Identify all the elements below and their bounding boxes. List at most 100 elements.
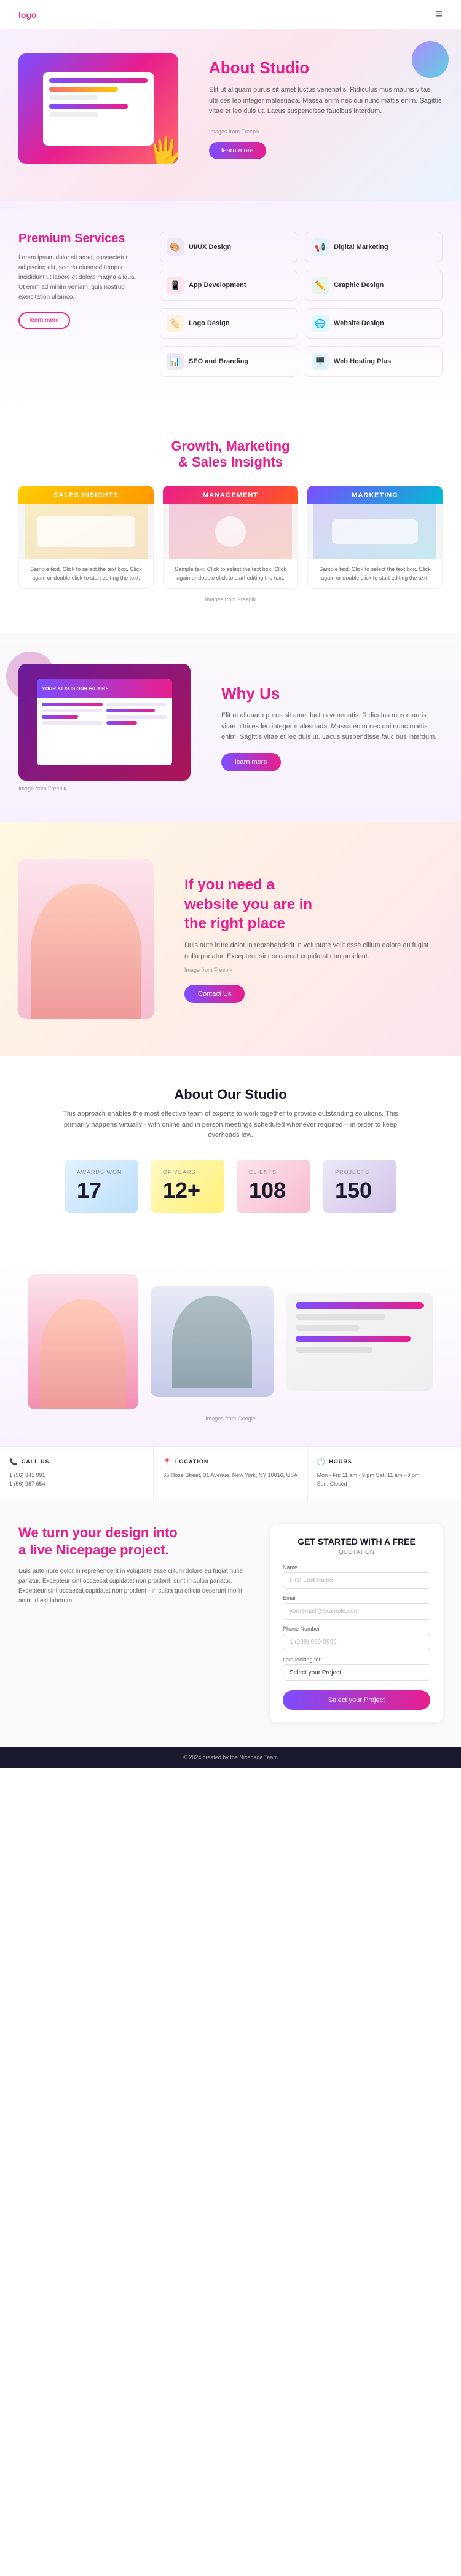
about-studio-body: This approach enables the most effective… xyxy=(58,1109,403,1141)
contact-hours-line1: Mon - Fri: 11 am - 9 pm Sat: 11 am - 8 p… xyxy=(317,1471,452,1479)
team-images-row xyxy=(18,1274,443,1409)
service-item-seo: 📊 SEO and Branding xyxy=(160,346,297,377)
form-group-name: Name xyxy=(283,1564,430,1589)
about-studio-section: About Our Studio This approach enables t… xyxy=(0,1056,461,1262)
hero-circle-decoration xyxy=(412,41,449,78)
form-label-project: I am looking for: xyxy=(283,1656,430,1663)
contact-call: 📞 CALL US 1 (56) 341 991 1 (56) 987 654 xyxy=(0,1447,154,1500)
hero-device-mockup: 🖐️ xyxy=(18,53,178,164)
service-item-uiux: 🎨 UI/UX Design xyxy=(160,232,297,262)
service-label-website: Website Design xyxy=(334,320,384,327)
form-group-project: I am looking for: Select your Project xyxy=(283,1656,430,1681)
card-header-mktg: MARKETING xyxy=(307,486,443,504)
clock-icon: 🕐 xyxy=(317,1458,326,1466)
footer-form-card: GET STARTED WITH A FREE QUOTATION Name E… xyxy=(270,1524,443,1722)
contact-location: 📍 LOCATION 65 Rose Street, 31 Avenue, Ne… xyxy=(154,1447,307,1500)
service-label-digital: Digital Marketing xyxy=(334,243,388,251)
whyus-learn-more-button[interactable]: learn more xyxy=(221,753,281,771)
service-icon-digital: 📢 xyxy=(312,238,329,256)
service-icon-app: 📱 xyxy=(167,277,184,294)
stat-years: OF YEARS 12+ xyxy=(151,1160,224,1213)
contact-hours-line2: Sun: Closed xyxy=(317,1479,452,1488)
whyus-screen-header: YOUR KIDS IS OUR FUTURE xyxy=(37,679,172,698)
form-input-email[interactable] xyxy=(283,1603,430,1620)
growth-card-marketing: MARKETING Sample text. Click to select t… xyxy=(307,486,443,589)
service-label-uiux: UI/UX Design xyxy=(189,243,231,251)
stat-awards-label: AWARDS WON xyxy=(77,1169,126,1175)
stat-projects: PROJECTS 150 xyxy=(323,1160,396,1213)
service-label-hosting: Web Hosting Plus xyxy=(334,358,391,365)
stat-projects-num: 150 xyxy=(335,1178,384,1203)
service-item-digital: 📢 Digital Marketing xyxy=(305,232,443,262)
card-body-sales: Sample text. Click to select the text bo… xyxy=(18,559,154,589)
contact-call-line2: 1 (56) 987 654 xyxy=(9,1479,144,1488)
stat-awards-num: 17 xyxy=(77,1178,126,1203)
stats-row: AWARDS WON 17 OF YEARS 12+ CLIENTS 108 P… xyxy=(18,1160,443,1213)
growth-card-management: MANAGEMENT Sample text. Click to select … xyxy=(163,486,298,589)
cta-person-image xyxy=(18,859,166,1019)
hero-image: 🖐️ xyxy=(18,53,191,164)
contact-hours: 🕐 HOURS Mon - Fri: 11 am - 9 pm Sat: 11 … xyxy=(308,1447,461,1500)
form-label-phone: Phone Number xyxy=(283,1626,430,1632)
form-submit-button[interactable]: Select your Project xyxy=(283,1690,430,1710)
footer-main: We turn your design into a live Nicepage… xyxy=(0,1500,461,1747)
whyus-section: YOUR KIDS IS OUR FUTURE xyxy=(0,633,461,822)
footer-copyright: © 2024 created by the Nicepage Team xyxy=(183,1754,278,1760)
cta-text-block: If you need a website you are in the rig… xyxy=(184,875,443,1002)
hero-learn-more-button[interactable]: learn more xyxy=(209,142,266,159)
premium-learn-more-button[interactable]: learn more xyxy=(18,312,70,329)
menu-icon[interactable]: ≡ xyxy=(435,7,443,22)
form-input-name[interactable] xyxy=(283,1572,430,1589)
card-image-mktg xyxy=(307,504,443,559)
whyus-title: Why Us xyxy=(221,684,443,703)
card-header-mgmt: MANAGEMENT xyxy=(163,486,298,504)
service-icon-graphic: ✏️ xyxy=(312,277,329,294)
premium-services-section: Premium Services Lorem ipsum dolor sit a… xyxy=(0,201,461,408)
service-item-graphic: ✏️ Graphic Design xyxy=(305,270,443,301)
card-header-sales: SALES INSIGHTS xyxy=(18,486,154,504)
cta-title: If you need a website you are in the rig… xyxy=(184,875,443,933)
growth-cards-row: SALES INSIGHTS Sample text. Click to sel… xyxy=(18,486,443,589)
hero-text-block: About Studio Elit ut aliquam purus sit a… xyxy=(209,58,443,159)
hero-section: 🖐️ About Studio Elit ut aliquam purus si… xyxy=(0,29,461,201)
form-label-email: Email xyxy=(283,1595,430,1601)
cta-contact-button[interactable]: Contact Us xyxy=(184,985,245,1003)
services-grid: 🎨 UI/UX Design 📢 Digital Marketing 📱 App… xyxy=(160,232,443,377)
form-group-email: Email xyxy=(283,1595,430,1620)
service-item-website: 🌐 Website Design xyxy=(305,308,443,339)
logo: logo xyxy=(18,10,37,20)
growth-section: Growth, Marketing& Sales Insights SALES … xyxy=(0,408,461,633)
form-select-project[interactable]: Select your Project xyxy=(283,1664,430,1681)
team-person-2-image xyxy=(151,1286,274,1397)
stat-years-num: 12+ xyxy=(163,1178,212,1203)
growth-card-sales: SALES INSIGHTS Sample text. Click to sel… xyxy=(18,486,154,589)
stat-awards: AWARDS WON 17 xyxy=(65,1160,138,1213)
service-label-logo: Logo Design xyxy=(189,320,230,327)
whyus-device-mockup: YOUR KIDS IS OUR FUTURE xyxy=(18,664,191,781)
contact-hours-title: 🕐 HOURS xyxy=(317,1458,452,1466)
stat-projects-label: PROJECTS xyxy=(335,1169,384,1175)
stat-clients-label: CLIENTS xyxy=(249,1169,298,1175)
footer-left-content: We turn your design into a live Nicepage… xyxy=(18,1524,252,1722)
contact-call-title: 📞 CALL US xyxy=(9,1458,144,1466)
service-icon-seo: 📊 xyxy=(167,353,184,370)
hero-body: Elit ut aliquam purus sit amet luctus ve… xyxy=(209,85,443,117)
stat-years-label: OF YEARS xyxy=(163,1169,212,1175)
whyus-screen: YOUR KIDS IS OUR FUTURE xyxy=(37,679,172,765)
form-label-name: Name xyxy=(283,1564,430,1570)
card-image-sales xyxy=(18,504,154,559)
service-item-app: 📱 App Development xyxy=(160,270,297,301)
service-label-seo: SEO and Branding xyxy=(189,358,248,365)
cta-body: Duis aute irure dolor in reprehenderit i… xyxy=(184,940,443,962)
form-input-phone[interactable] xyxy=(283,1634,430,1650)
stat-clients-num: 108 xyxy=(249,1178,298,1203)
service-label-app: App Development xyxy=(189,282,246,289)
location-icon: 📍 xyxy=(163,1458,172,1466)
card-body-mgmt: Sample text. Click to select the text bo… xyxy=(163,559,298,589)
team-section: Images from Google xyxy=(0,1262,461,1446)
hand-icon: 🖐️ xyxy=(148,135,178,164)
website-cta-section: If you need a website you are in the rig… xyxy=(0,822,461,1056)
form-subtitle: QUOTATION xyxy=(283,1549,430,1556)
form-group-phone: Phone Number xyxy=(283,1626,430,1650)
service-item-hosting: 🖥️ Web Hosting Plus xyxy=(305,346,443,377)
